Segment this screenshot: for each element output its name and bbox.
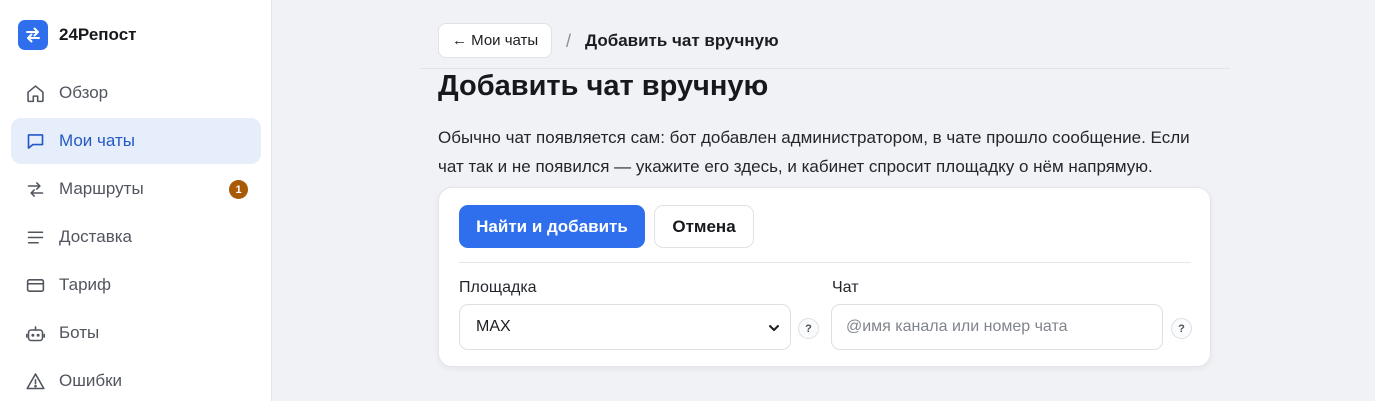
routes-count-badge: 1 [229,180,248,199]
add-chat-form: Найти и добавить Отмена Площадка MAX ? Ч… [438,187,1211,367]
warning-icon [24,370,46,392]
chat-label: Чат [832,279,859,296]
chat-help-icon[interactable]: ? [1171,318,1192,339]
intro-line: чат так и не появился — укажите его здес… [438,157,1153,176]
sidebar-item-label: Доставка [59,227,133,246]
route-icon [24,178,46,200]
chevron-down-icon [768,321,780,339]
sidebar-nav: Обзор Мои чаты Маршруты 1 Доставка Тариф… [11,70,261,401]
brand[interactable]: 24Репост [18,20,137,50]
sidebar-item-label: Обзор [59,83,109,102]
sidebar: 24Репост Обзор Мои чаты Маршруты 1 Доста… [0,0,272,401]
card-icon [24,274,46,296]
platform-select[interactable]: MAX [459,304,791,350]
sidebar-item-overview[interactable]: Обзор [11,70,261,116]
sidebar-item-bots[interactable]: Боты [11,310,261,356]
back-to-chats-button[interactable]: ← Мои чаты [438,23,553,58]
app-name: 24Репост [59,25,137,44]
page-title: Добавить чат вручную [438,70,769,102]
breadcrumb: ← Мои чаты / Добавить чат вручную [420,0,1230,69]
platform-help-icon[interactable]: ? [798,318,819,339]
find-and-add-button[interactable]: Найти и добавить [459,205,645,248]
sidebar-item-label: Тариф [59,275,112,294]
intro-text: Обычно чат появляется сам: бот добавлен … [438,123,1228,181]
home-icon [24,82,46,104]
intro-line: Обычно чат появляется сам: бот добавлен … [438,128,1190,147]
swap-arrows-icon [18,20,48,50]
sidebar-item-delivery[interactable]: Доставка [11,214,261,260]
sidebar-item-label: Ошибки [59,371,123,390]
sidebar-item-label: Боты [59,323,100,342]
divider [459,262,1191,263]
chat-input[interactable] [831,304,1163,350]
sidebar-item-label: Маршруты [59,179,144,198]
list-icon [24,226,46,248]
bot-icon [24,322,46,344]
platform-label: Площадка [459,279,537,296]
sidebar-item-tariff[interactable]: Тариф [11,262,261,308]
sidebar-item-label: Мои чаты [59,131,135,150]
platform-select-value: MAX [476,318,511,335]
breadcrumb-current: Добавить чат вручную [585,31,779,50]
sidebar-item-errors[interactable]: Ошибки [11,358,261,401]
sidebar-item-routes[interactable]: Маршруты 1 [11,166,261,212]
breadcrumb-separator: / [566,31,572,51]
sidebar-item-my-chats[interactable]: Мои чаты [11,118,261,164]
chat-icon [24,130,46,152]
cancel-button[interactable]: Отмена [654,205,754,248]
